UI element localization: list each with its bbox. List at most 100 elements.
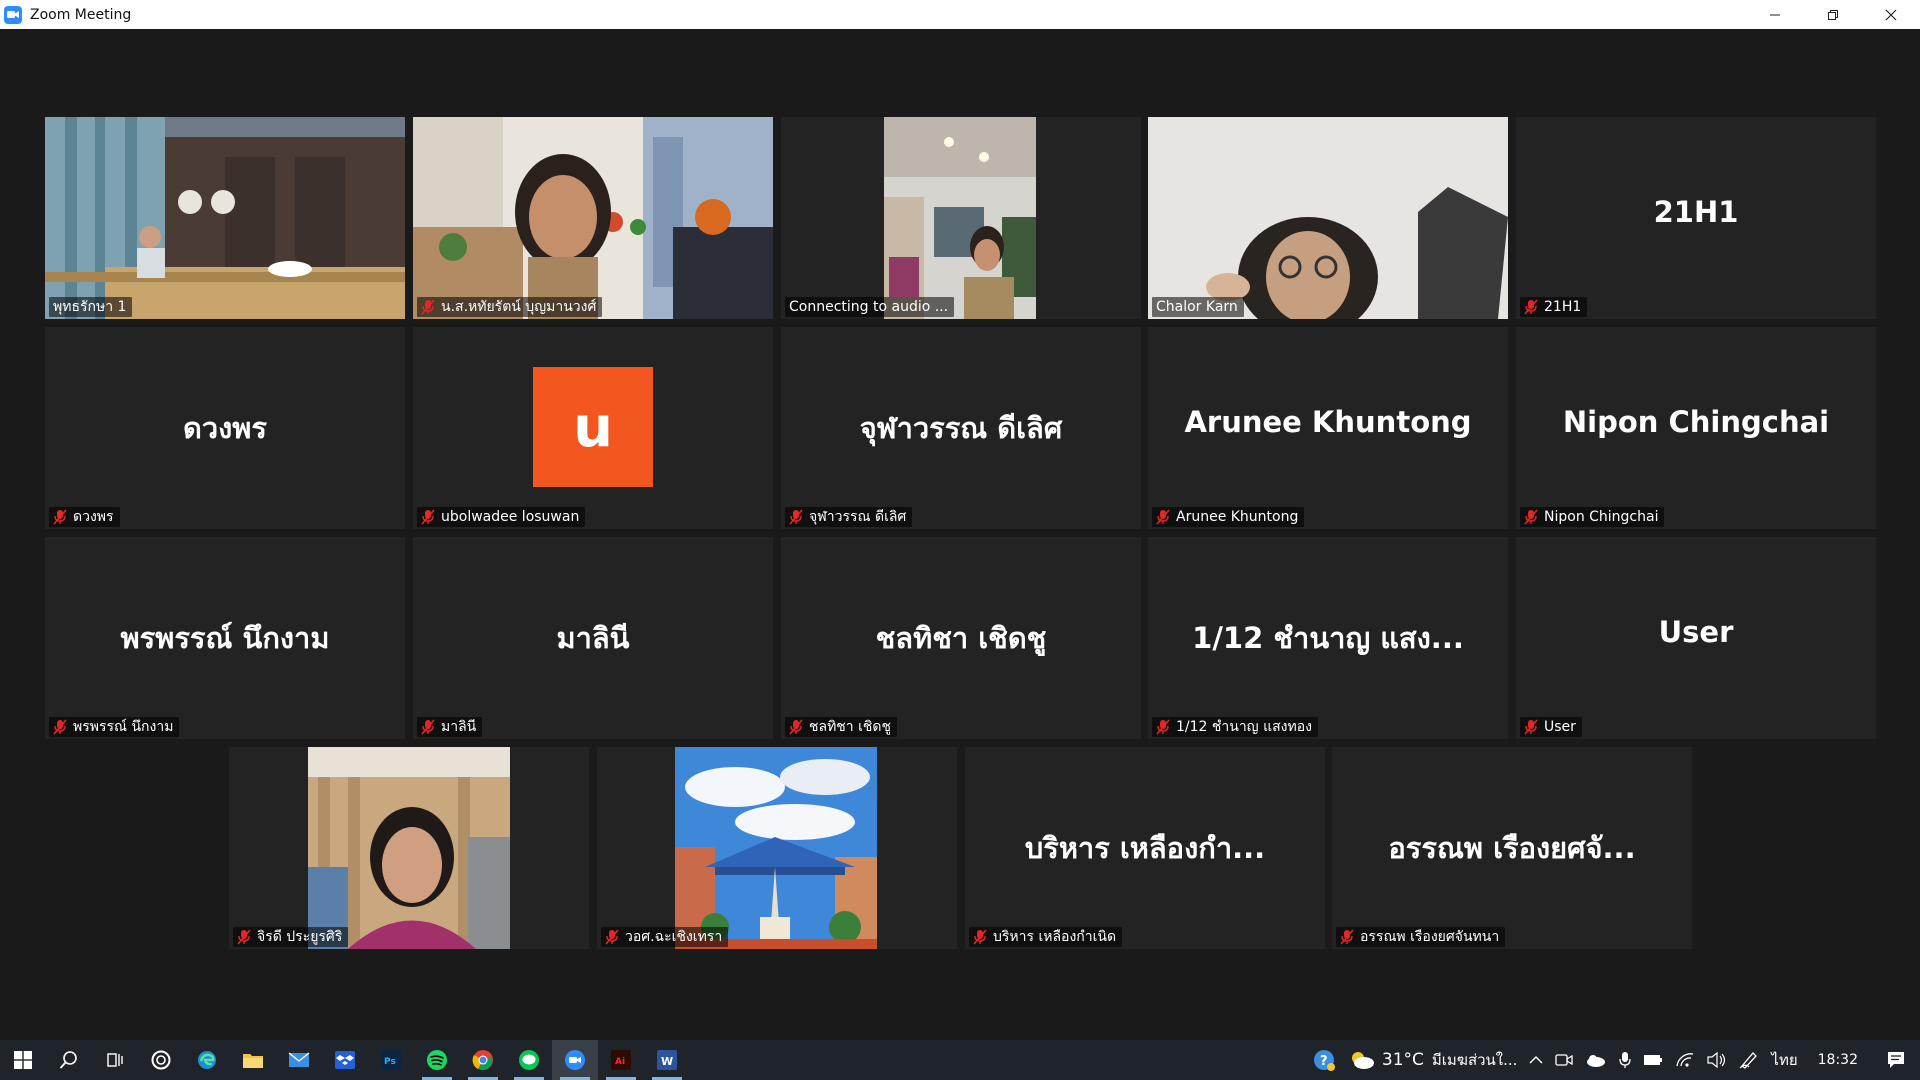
participant-tile[interactable]: มาลินี มาลินี xyxy=(413,537,773,739)
muted-mic-icon xyxy=(421,299,435,315)
participant-video xyxy=(884,117,1036,319)
muted-mic-icon xyxy=(1156,509,1170,525)
muted-mic-icon xyxy=(1156,719,1170,735)
taskbar-app-word[interactable]: W xyxy=(644,1040,690,1080)
close-button[interactable] xyxy=(1862,0,1920,29)
zoom-window: Zoom Meeting พุทธรักษา 1 น.ส.หทัยรัตน์ บ… xyxy=(0,0,1920,1080)
cloud-icon xyxy=(1351,1052,1374,1069)
muted-mic-icon xyxy=(1524,719,1538,735)
minimize-button[interactable] xyxy=(1746,0,1804,29)
line-app-icon xyxy=(519,1050,539,1070)
weather-widget[interactable]: 31°C มีเมฆส่วนใ... xyxy=(1342,1040,1524,1080)
minimize-icon xyxy=(1770,14,1780,15)
wifi-icon xyxy=(1676,1053,1694,1067)
participant-video xyxy=(675,747,877,949)
edge-icon xyxy=(198,1051,216,1069)
task-view-icon xyxy=(107,1053,123,1067)
participant-tile[interactable]: อรรณพ เรืองยศจั... อรรณพ เรืองยศจันทนา xyxy=(1332,747,1692,949)
participant-video xyxy=(413,117,773,319)
svg-text:Ps: Ps xyxy=(384,1057,396,1067)
onedrive-cloud-icon xyxy=(1587,1055,1606,1067)
participant-tile[interactable]: Nipon Chingchai Nipon Chingchai xyxy=(1516,327,1876,529)
participant-display-name: User xyxy=(1658,615,1734,649)
battery-button[interactable] xyxy=(1637,1040,1669,1080)
taskbar-app-line[interactable] xyxy=(506,1040,552,1080)
participant-name-label: จิรดี ประยูรศิริ xyxy=(233,927,349,947)
help-tray-button[interactable]: ? xyxy=(1306,1040,1342,1080)
muted-mic-icon xyxy=(53,719,67,735)
close-icon xyxy=(1885,9,1897,20)
search-button[interactable] xyxy=(46,1040,92,1080)
spotify-icon xyxy=(427,1050,447,1070)
taskbar-app-edge[interactable] xyxy=(184,1040,230,1080)
network-button[interactable] xyxy=(1669,1040,1701,1080)
participant-name-label: ubolwadee losuwan xyxy=(417,507,586,527)
participant-tile[interactable]: User User xyxy=(1516,537,1876,739)
taskbar-app-spotify[interactable] xyxy=(414,1040,460,1080)
participant-tile[interactable]: ดวงพร ดวงพร xyxy=(45,327,405,529)
meet-now-button[interactable] xyxy=(1549,1040,1579,1080)
cortana-button[interactable] xyxy=(138,1040,184,1080)
participant-tile[interactable]: ชลทิชา เชิดชู ชลทิชา เชิดชู xyxy=(781,537,1141,739)
input-language-button[interactable]: ไทย xyxy=(1765,1040,1803,1080)
participant-tile[interactable]: u ubolwadee losuwan xyxy=(413,327,773,529)
participant-tile[interactable]: วอศ.ฉะเชิงเทรา xyxy=(597,747,957,949)
participant-tile[interactable]: บริหาร เหลืองกำ... บริหาร เหลืองกำเนิด xyxy=(965,747,1325,949)
participant-tile[interactable]: 1/12 ชำนาญ แสง... 1/12 ชำนาญ แสงทอง xyxy=(1148,537,1508,739)
muted-mic-icon xyxy=(789,719,803,735)
restore-icon xyxy=(1828,9,1838,20)
participant-tile-active-speaker[interactable]: Chalor Karn xyxy=(1148,117,1508,319)
restore-button[interactable] xyxy=(1804,0,1862,29)
participant-name-label: 1/12 ชำนาญ แสงทอง xyxy=(1152,717,1318,737)
participant-display-name: 21H1 xyxy=(1653,195,1739,229)
participant-tile[interactable]: น.ส.หทัยรัตน์ บุญมานวงศ์ xyxy=(413,117,773,319)
volume-button[interactable] xyxy=(1701,1040,1733,1080)
taskbar-app-photoshop[interactable]: Ps xyxy=(368,1040,414,1080)
windows-logo-icon xyxy=(14,1051,32,1069)
title-bar: Zoom Meeting xyxy=(0,0,1920,29)
participant-display-name: บริหาร เหลืองกำ... xyxy=(1024,831,1266,865)
task-view-button[interactable] xyxy=(92,1040,138,1080)
participant-tile[interactable]: พุทธรักษา 1 xyxy=(45,117,405,319)
taskbar-app-illustrator[interactable]: Ai xyxy=(598,1040,644,1080)
microphone-tray-button[interactable] xyxy=(1613,1040,1637,1080)
participant-name-label: มาลินี xyxy=(417,717,483,737)
muted-mic-icon xyxy=(53,509,67,525)
participant-tile[interactable]: พรพรรณ์ นึกงาม พรพรรณ์ นึกงาม xyxy=(45,537,405,739)
zoom-app-icon xyxy=(4,5,22,24)
window-title: Zoom Meeting xyxy=(30,6,132,23)
onedrive-button[interactable] xyxy=(1579,1040,1613,1080)
pen-icon xyxy=(1739,1052,1758,1069)
participant-tile[interactable]: Arunee Khuntong Arunee Khuntong xyxy=(1148,327,1508,529)
battery-icon xyxy=(1644,1055,1663,1065)
taskbar-app-chrome[interactable] xyxy=(460,1040,506,1080)
participant-display-name: 1/12 ชำนาญ แสง... xyxy=(1192,621,1464,655)
taskbar-app-file-explorer[interactable] xyxy=(230,1040,276,1080)
svg-text:W: W xyxy=(661,1055,673,1068)
participant-name-label: บริหาร เหลืองกำเนิด xyxy=(969,927,1123,947)
participant-display-name: ชลทิชา เชิดชู xyxy=(875,621,1047,655)
chrome-icon xyxy=(472,1050,493,1071)
start-button[interactable] xyxy=(0,1040,46,1080)
participant-display-name: มาลินี xyxy=(556,621,630,655)
taskbar-app-zoom[interactable] xyxy=(552,1040,598,1080)
taskbar-app-dropbox[interactable] xyxy=(322,1040,368,1080)
participant-tile[interactable]: Connecting to audio ... xyxy=(781,117,1141,319)
camera-icon xyxy=(1555,1054,1574,1066)
participant-display-name: อรรณพ เรืองยศจั... xyxy=(1388,831,1636,865)
taskbar-app-mail[interactable] xyxy=(276,1040,322,1080)
taskbar-clock[interactable]: 18:32 xyxy=(1804,1040,1872,1080)
participant-video xyxy=(308,747,510,949)
participant-tile[interactable]: 21H1 21H1 xyxy=(1516,117,1876,319)
participant-video xyxy=(1148,117,1508,319)
photoshop-icon: Ps xyxy=(381,1050,401,1070)
participant-tile[interactable]: จุฬาวรรณ ดีเลิศ จุฬาวรรณ ดีเลิศ xyxy=(781,327,1141,529)
muted-mic-icon xyxy=(973,929,987,945)
word-icon: W xyxy=(657,1050,677,1070)
notification-center-button[interactable] xyxy=(1872,1040,1920,1080)
participant-tile[interactable]: จิรดี ประยูรศิริ xyxy=(229,747,589,949)
show-hidden-icons-button[interactable] xyxy=(1523,1040,1549,1080)
pen-workspace-button[interactable] xyxy=(1733,1040,1765,1080)
participant-name-label: User xyxy=(1520,717,1582,737)
participant-name-label: พุทธรักษา 1 xyxy=(49,297,133,317)
